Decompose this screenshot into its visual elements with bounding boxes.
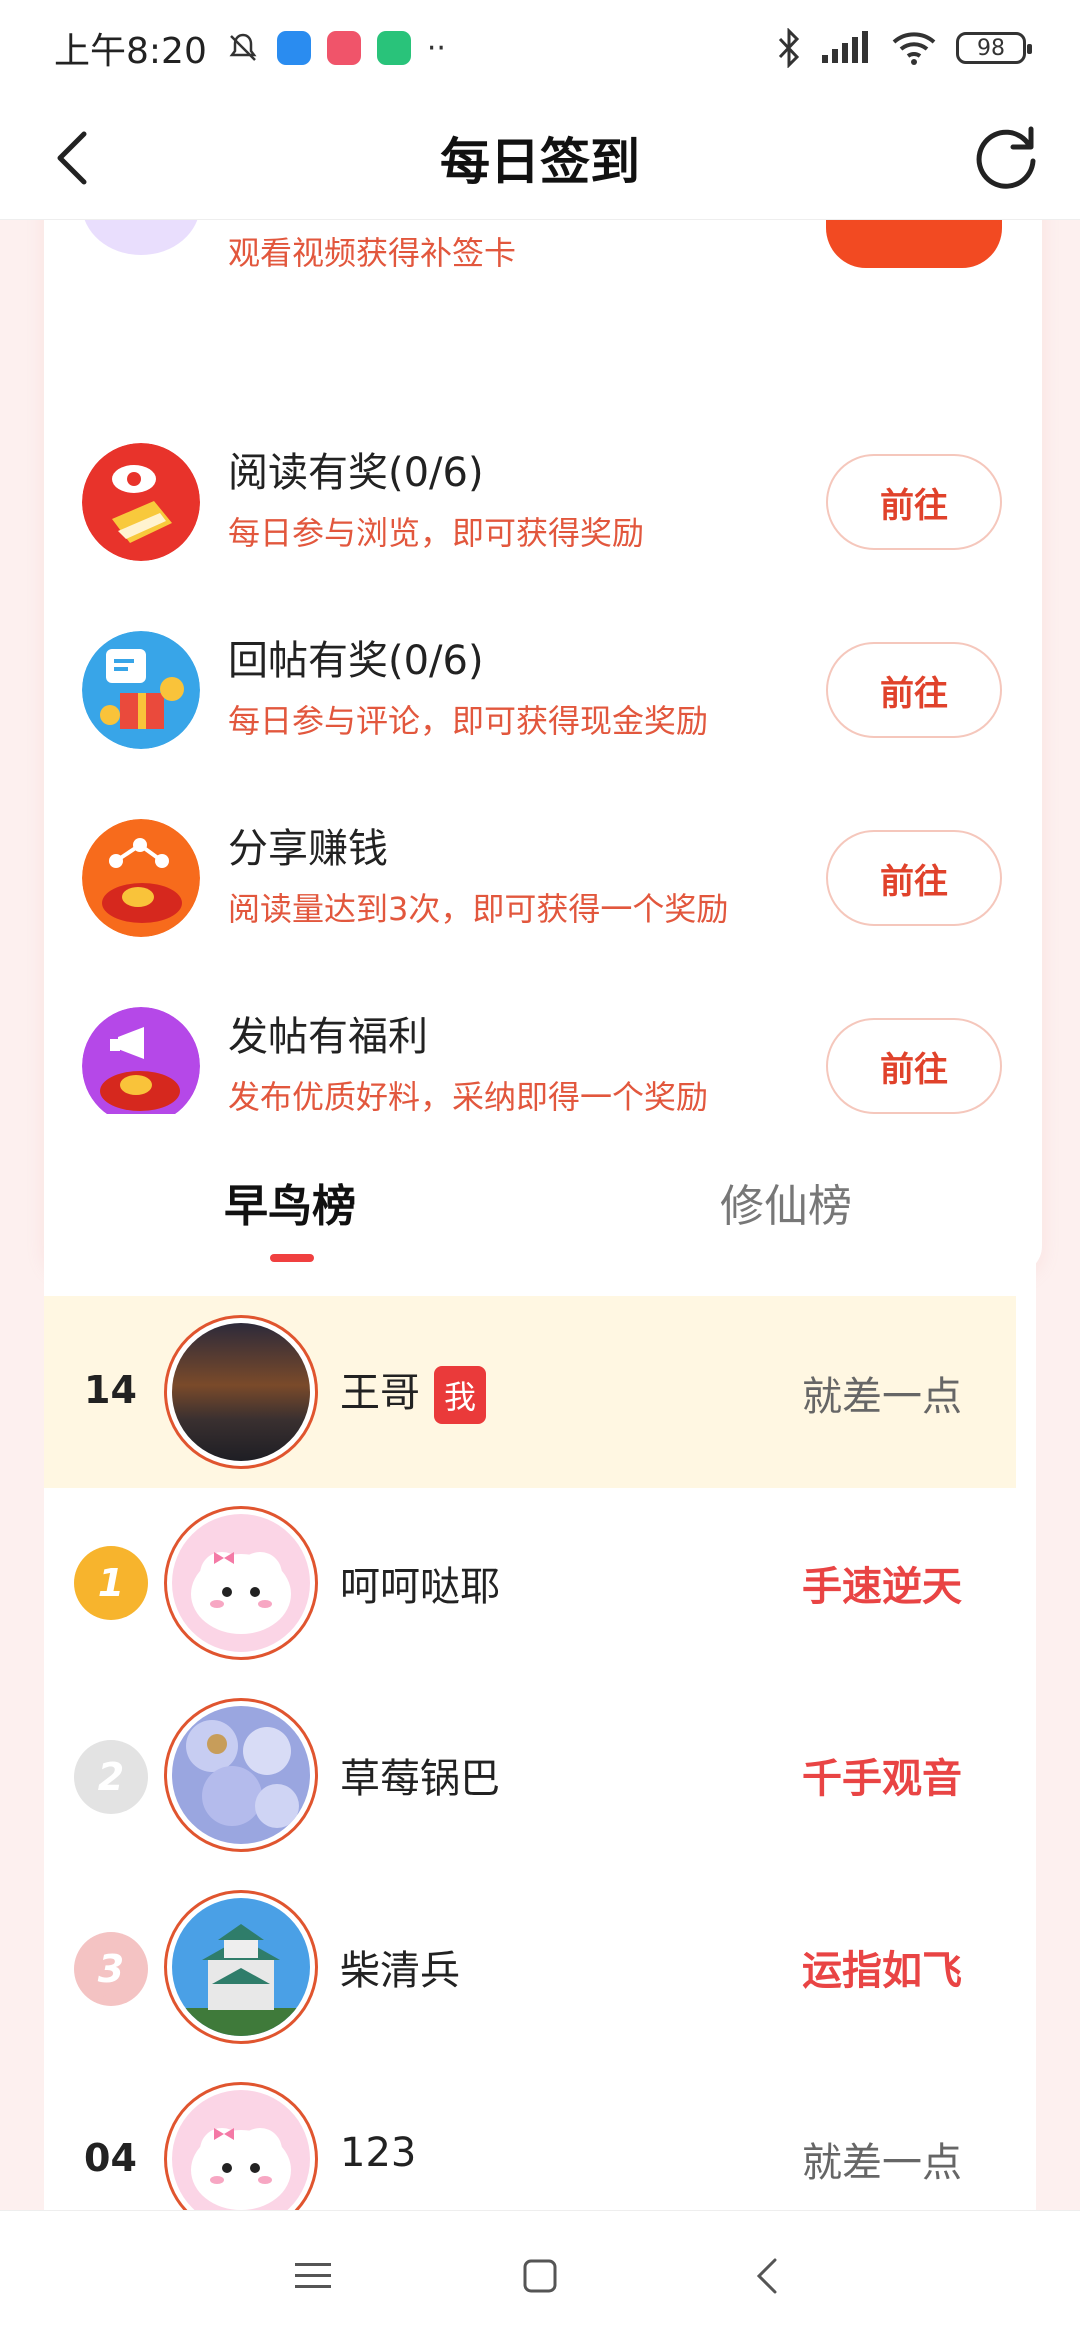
- rank-status: 手速逆天: [802, 1564, 962, 1610]
- silver-medal-icon: 2: [74, 1740, 148, 1814]
- avatar[interactable]: [164, 1506, 318, 1660]
- read-reward-icon: [82, 443, 200, 561]
- home-square-icon: [523, 2259, 557, 2292]
- rank-row[interactable]: 1 呵呵哒耶 手速逆天: [44, 1488, 1036, 1680]
- page-title: 每日签到: [440, 132, 640, 191]
- task-desc: 阅读量达到3次，即可获得一个奖励: [228, 890, 729, 928]
- avatar[interactable]: [164, 1698, 318, 1852]
- menu-nav-button[interactable]: [273, 2236, 353, 2316]
- cloud-avatar-image: [172, 2090, 310, 2210]
- medal-number: 1: [98, 1561, 124, 1605]
- tab-early-bird[interactable]: 早鸟榜: [224, 1170, 356, 1234]
- user-name: 草莓锅巴: [340, 1756, 500, 1802]
- user-name: 柴清兵: [340, 1948, 460, 1994]
- share-reward-icon: [82, 819, 200, 937]
- my-name: 王哥我: [340, 1360, 487, 1424]
- refresh-button[interactable]: [966, 116, 1046, 196]
- home-nav-button[interactable]: [500, 2236, 580, 2316]
- system-nav-bar: [0, 2210, 1080, 2340]
- avatar[interactable]: [164, 1315, 318, 1469]
- rank-status: 运指如飞: [802, 1948, 962, 1994]
- user-name: 王哥: [340, 1370, 420, 1416]
- user-name: 呵呵哒耶: [340, 1564, 500, 1610]
- castle-avatar-image: [172, 1898, 310, 2036]
- battery-indicator: 98: [956, 32, 1032, 64]
- video-task-icon: [82, 220, 200, 255]
- bluetooth-icon: [778, 28, 800, 68]
- tab-xiuxian[interactable]: 修仙榜: [720, 1170, 852, 1234]
- me-badge: 我: [434, 1366, 487, 1424]
- rank-number: 14: [84, 1368, 137, 1412]
- task-row-share: 分享赚钱 阅读量达到3次，即可获得一个奖励 前往: [44, 784, 1042, 972]
- leaderboard-card: 早鸟榜 修仙榜 14 王哥我 就差一点 1 呵呵哒耶 手速逆天 2 草莓锅巴 千…: [44, 1114, 1036, 2210]
- leaderboard-tabs: 早鸟榜 修仙榜: [44, 1114, 1036, 1294]
- gold-medal-icon: 1: [74, 1546, 148, 1620]
- bronze-medal-icon: 3: [74, 1932, 148, 2006]
- avatar[interactable]: [164, 1890, 318, 2044]
- post-go-button[interactable]: 前往: [826, 1018, 1002, 1114]
- chevron-left-icon: [57, 131, 87, 185]
- wifi-icon: [892, 32, 936, 65]
- task-title: 发帖有福利: [228, 1014, 428, 1060]
- task-row-read: 阅读有奖(0/6) 每日参与浏览，即可获得奖励 前往: [44, 408, 1042, 596]
- rank-row[interactable]: 2 草莓锅巴 千手观音: [44, 1680, 1036, 1872]
- signal-icon: [822, 31, 868, 63]
- my-rank-row[interactable]: 14 王哥我 就差一点: [44, 1296, 1016, 1488]
- status-notification-icons: ··: [225, 30, 446, 66]
- status-bar: 上午8:20 ·· 98: [0, 0, 1080, 96]
- refresh-icon: [976, 126, 1036, 189]
- task-title: 阅读有奖(0/6): [228, 450, 484, 496]
- reply-go-button[interactable]: 前往: [826, 642, 1002, 738]
- battery-level: 98: [977, 35, 1005, 61]
- mute-bell-icon: [229, 33, 257, 61]
- rank-status: 就差一点: [802, 2140, 962, 2186]
- cloud-app-icon: [276, 31, 311, 65]
- scroll-content[interactable]: 观看视频获得补签卡 阅读有奖(0/6) 每日参与浏览，即可获得奖励 前往 回帖有…: [0, 220, 1080, 2210]
- task-desc: 发布优质好料，采纳即得一个奖励: [228, 1078, 709, 1116]
- rank-status: 千手观音: [802, 1756, 962, 1802]
- task-desc: 每日参与评论，即可获得现金奖励: [228, 702, 709, 740]
- shield-app-icon: [376, 31, 411, 65]
- active-tab-indicator: [270, 1254, 314, 1262]
- video-task-button[interactable]: [826, 220, 1002, 268]
- read-go-button[interactable]: 前往: [826, 454, 1002, 550]
- avatar[interactable]: [164, 2082, 318, 2210]
- back-button[interactable]: [34, 120, 110, 196]
- more-dots-icon: ··: [426, 30, 446, 66]
- status-right-icons: 98: [776, 28, 1032, 68]
- task-row-reply: 回帖有奖(0/6) 每日参与评论，即可获得现金奖励 前往: [44, 596, 1042, 784]
- back-triangle-icon: [756, 2258, 777, 2293]
- menu-icon: [295, 2262, 332, 2288]
- app-header: 每日签到: [0, 96, 1080, 220]
- status-time: 上午8:20: [54, 31, 207, 72]
- rank-row[interactable]: 3 柴清兵 运指如飞: [44, 1872, 1036, 2064]
- back-nav-button[interactable]: [727, 2236, 807, 2316]
- multi-app-icon: [326, 31, 361, 65]
- rank-number: 04: [84, 2136, 137, 2180]
- task-title: 分享赚钱: [228, 826, 388, 872]
- task-title: 回帖有奖(0/6): [228, 638, 484, 684]
- share-go-button[interactable]: 前往: [826, 830, 1002, 926]
- rank-row[interactable]: 04 123 就差一点: [44, 2064, 1036, 2210]
- post-reward-icon: [82, 1007, 200, 1125]
- rank-status: 就差一点: [802, 1374, 962, 1420]
- reply-reward-icon: [82, 631, 200, 749]
- task-row-video: 观看视频获得补签卡: [44, 220, 1042, 308]
- medal-number: 3: [98, 1947, 124, 1991]
- task-desc: 每日参与浏览，即可获得奖励: [228, 514, 645, 552]
- bubble-avatar-image: [172, 1706, 310, 1844]
- cloud-avatar-image: [172, 1514, 310, 1652]
- user-name: 123: [340, 2130, 417, 2176]
- medal-number: 2: [98, 1755, 124, 1799]
- task-desc: 观看视频获得补签卡: [228, 234, 517, 272]
